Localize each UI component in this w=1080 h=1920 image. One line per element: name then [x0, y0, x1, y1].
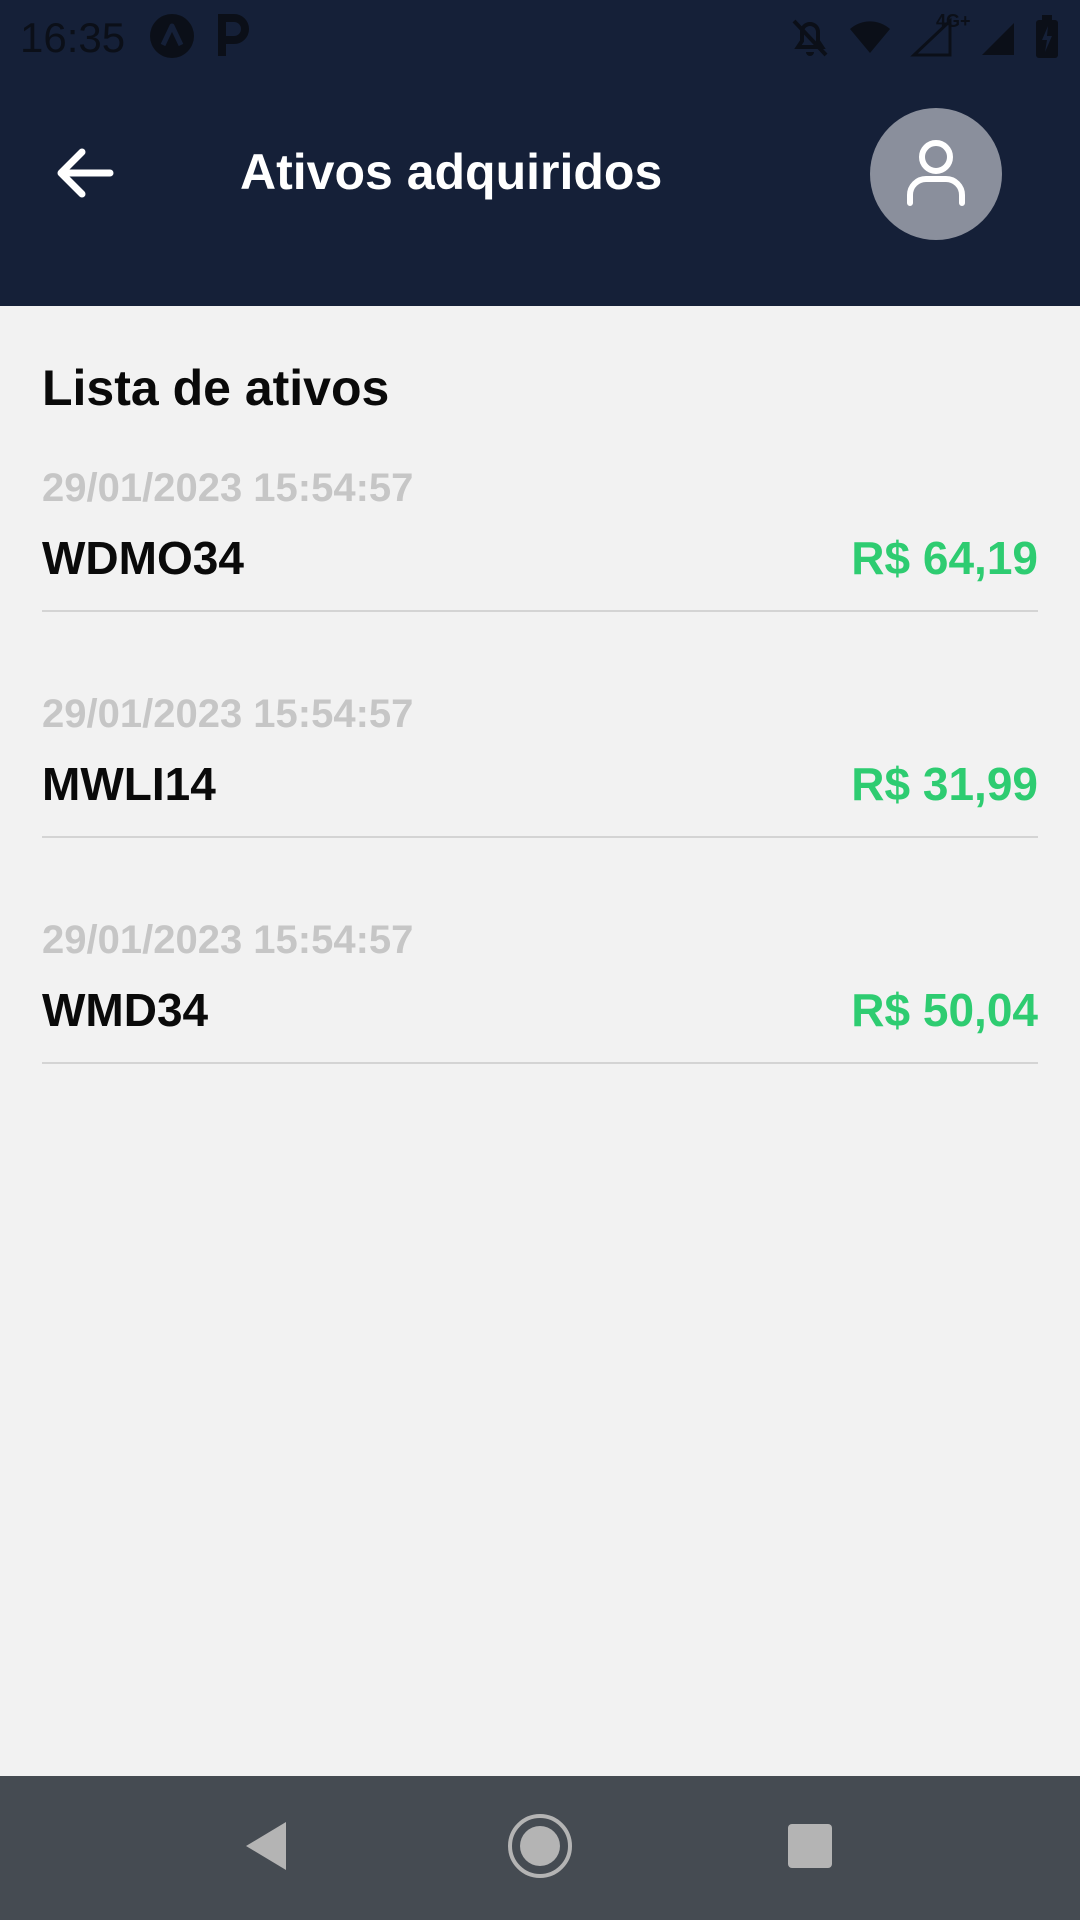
arrow-left-icon — [56, 148, 114, 203]
circle-home-icon — [506, 1812, 574, 1885]
network-type-label: 4G+ — [936, 11, 971, 31]
asset-list-item[interactable]: 29/01/2023 15:54:57 WMD34 R$ 50,04 — [42, 916, 1038, 1142]
app-header: Ativos adquiridos — [0, 74, 1080, 306]
back-button[interactable] — [40, 130, 130, 220]
nav-recents-button[interactable] — [774, 1812, 846, 1884]
battery-charging-icon — [1034, 14, 1060, 60]
user-icon — [904, 137, 968, 212]
signal-4g-icon: 4G+ — [910, 11, 971, 59]
page-title: Ativos adquiridos — [240, 144, 663, 200]
profile-avatar-button[interactable] — [870, 108, 1002, 240]
asset-price: R$ 64,19 — [851, 532, 1038, 584]
bell-off-icon — [790, 15, 830, 59]
asset-list-item[interactable]: 29/01/2023 15:54:57 WDMO34 R$ 64,19 — [42, 464, 1038, 690]
wifi-icon — [848, 17, 892, 57]
nav-home-button[interactable] — [504, 1812, 576, 1884]
asset-price: R$ 50,04 — [851, 984, 1038, 1036]
nav-back-button[interactable] — [230, 1812, 302, 1884]
triangle-back-icon — [242, 1820, 290, 1877]
asset-list: 29/01/2023 15:54:57 WDMO34 R$ 64,19 29/0… — [42, 464, 1038, 1142]
asset-price: R$ 31,99 — [851, 758, 1038, 810]
section-title: Lista de ativos — [42, 360, 390, 416]
square-recents-icon — [786, 1822, 834, 1875]
asset-list-item[interactable]: 29/01/2023 15:54:57 MWLI14 R$ 31,99 — [42, 690, 1038, 916]
asset-ticker: WMD34 — [42, 984, 209, 1036]
app-header-background: 16:35 4G+ Ativos adquiridos — [0, 0, 1080, 306]
system-nav-bar — [0, 1776, 1080, 1920]
asset-date: 29/01/2023 15:54:57 — [42, 918, 414, 962]
app-a-icon — [148, 12, 196, 60]
signal-icon — [980, 17, 1016, 57]
asset-date: 29/01/2023 15:54:57 — [42, 466, 414, 510]
divider — [42, 836, 1038, 838]
screen: 16:35 4G+ Ativos adquiridos Lista de ati… — [0, 0, 1080, 1920]
asset-ticker: WDMO34 — [42, 532, 244, 584]
divider — [42, 1062, 1038, 1064]
asset-date: 29/01/2023 15:54:57 — [42, 692, 414, 736]
divider — [42, 610, 1038, 612]
parking-p-icon — [216, 12, 250, 60]
status-bar: 16:35 4G+ — [0, 0, 1080, 74]
asset-ticker: MWLI14 — [42, 758, 216, 810]
status-time: 16:35 — [20, 14, 126, 61]
